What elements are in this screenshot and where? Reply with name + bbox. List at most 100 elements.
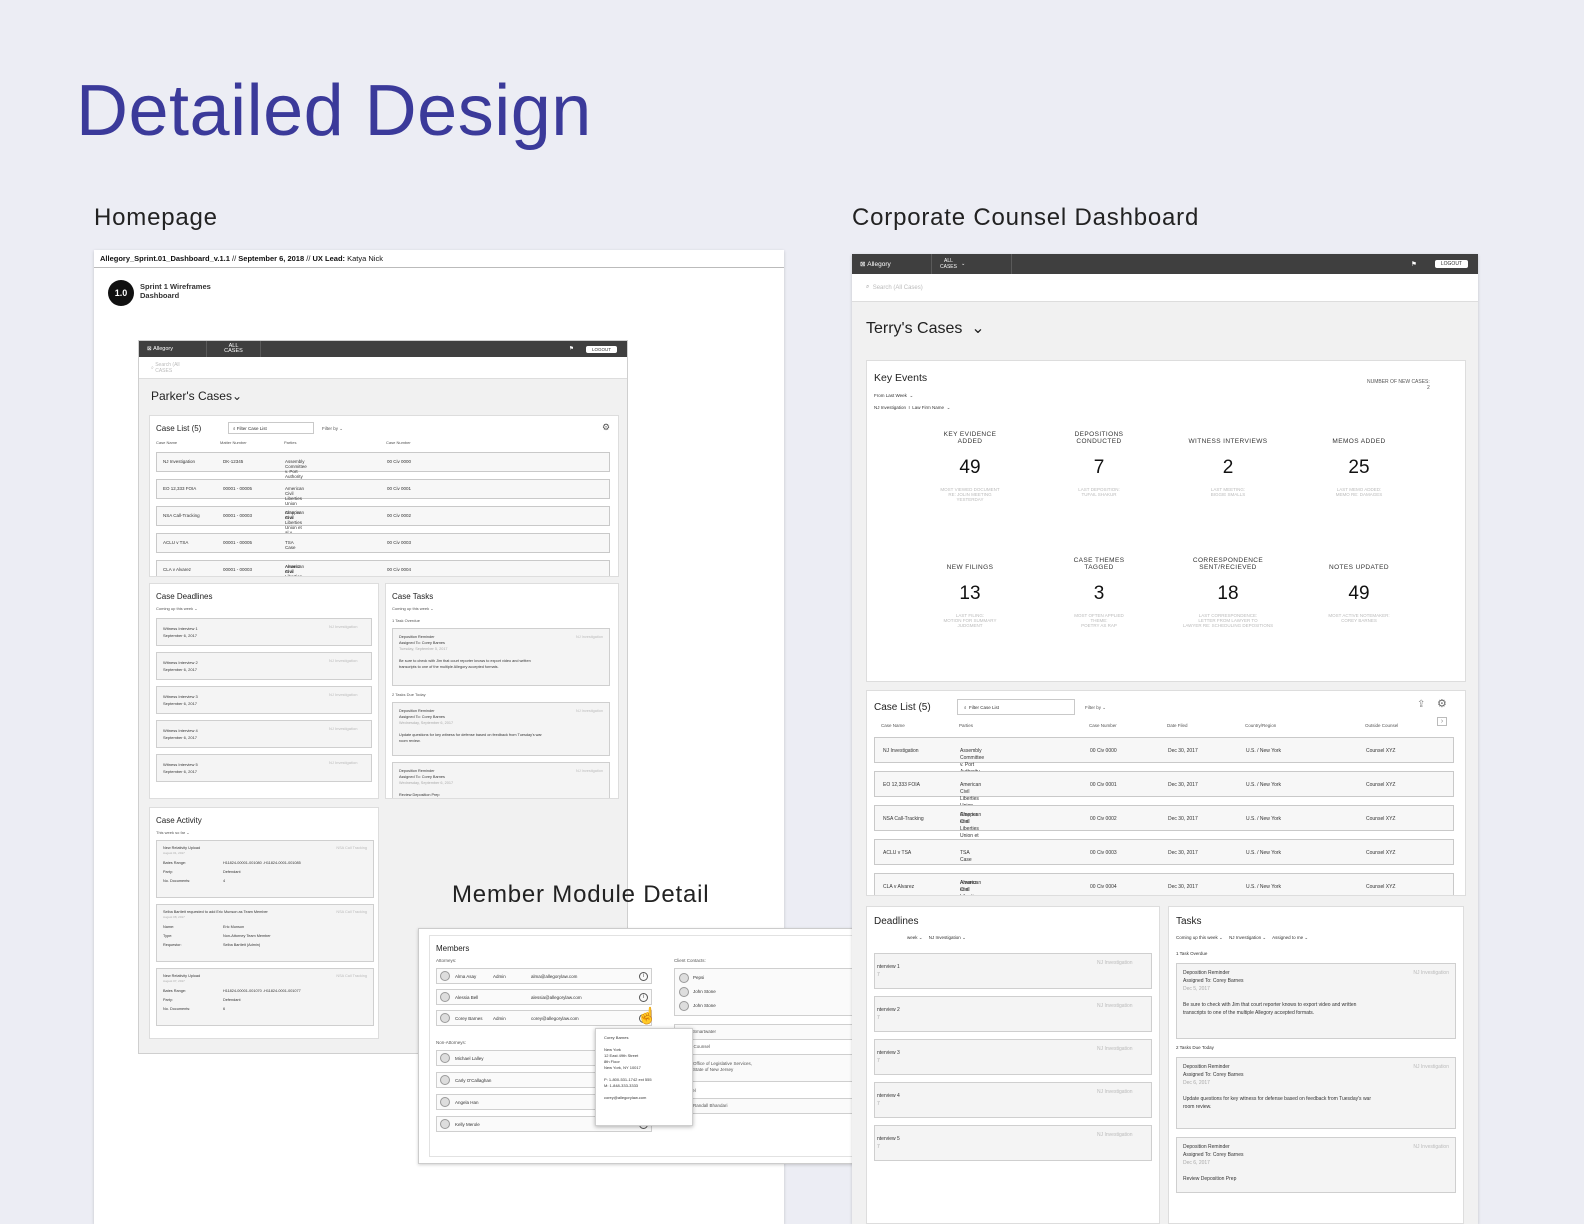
case-list-title: Case List (5) xyxy=(156,424,202,433)
deadline-item[interactable]: nterview 2 7 NJ Investigation xyxy=(874,996,1152,1032)
task-item[interactable]: Deposition Reminder Assigned To: Corey Ba… xyxy=(392,702,610,756)
deadline-case: NJ Investigation xyxy=(329,624,358,629)
deadline-item[interactable]: Witness Interview 4 September 6, 2017 NJ I… xyxy=(156,720,372,748)
tasks-filter[interactable]: Coming up this week ⌄ xyxy=(392,606,434,611)
task-item[interactable]: Deposition Reminder Assigned To: Corey Ba… xyxy=(1176,963,1456,1039)
filter-case-input[interactable]: ⌕ Filter Case List xyxy=(957,699,1075,715)
deadlines-title: Case Deadlines xyxy=(156,592,213,601)
contact-name: John Stone xyxy=(693,1003,716,1008)
export-icon[interactable]: ⇪ xyxy=(1417,699,1425,710)
activity-title: Selba Bartlett requested to add Eric Mun… xyxy=(163,910,268,914)
activity-key: Name: xyxy=(163,925,175,929)
activity-date: August 08, 2017 xyxy=(163,915,185,919)
deadline-item[interactable]: Witness Interview 3 September 6, 2017 NJ I… xyxy=(156,686,372,714)
expand-icon[interactable]: › xyxy=(1437,717,1447,726)
logout-button[interactable]: LOGOUT xyxy=(1434,260,1468,268)
attorney-row[interactable]: Corey Barnes Admin corey@allegorylaw.com i xyxy=(436,1010,652,1026)
deadline-item[interactable]: Witness Interview 5 September 6, 2017 NJ I… xyxy=(156,754,372,782)
outside-counsel: Counsel XYZ xyxy=(1366,782,1396,788)
app-logo-icon: ⊠ xyxy=(147,346,152,352)
gear-icon[interactable]: ⚙ xyxy=(1437,697,1447,710)
date-filed: Dec 30, 2017 xyxy=(1168,816,1198,822)
flag-icon[interactable]: ⚑ xyxy=(1411,260,1417,268)
table-row[interactable]: NJ Investigation DK-12345 Assembly Committ… xyxy=(156,452,610,479)
case-list-card: Case List (5) ⌕ Filter Case List Filter … xyxy=(149,415,619,577)
popup-line: Corey Barnes xyxy=(604,1035,629,1040)
table-row[interactable]: CLA v AlvarezAmerican Civil Liberties Un… xyxy=(874,873,1454,895)
activity-filter[interactable]: This week so far ⌄ xyxy=(156,830,190,835)
search-input[interactable]: ⌕ Search (All Cases) xyxy=(852,274,1478,302)
corp-deadlines-card: Deadlines week ⌄ NJ Investigation ⌄ nter… xyxy=(866,906,1160,1224)
avatar xyxy=(440,1053,450,1063)
table-row[interactable]: NSA Call-Tracking American Civil Libertie… xyxy=(874,805,1454,846)
column-header: Case Name xyxy=(156,440,178,445)
corporate-dashboard: ⊠ Allegory ALL CASES ⌄ ⚑ LOGOUT ⌕ Search … xyxy=(852,254,1478,1224)
member-module: Members ⊕ Attorneys: Alma AsayAdminalma@… xyxy=(418,928,906,1164)
case-number: 00 Civ 0004 xyxy=(1090,884,1117,890)
filter-case-input[interactable]: ⌕ Filter Case List xyxy=(228,422,314,434)
metric-tile[interactable]: CORRESPONDENCE SENT/RECIEVED 18 LAST CORRES… xyxy=(1173,557,1283,667)
filter-by-dropdown[interactable]: Filter by ⌄ xyxy=(322,426,343,432)
task-item[interactable]: Deposition Reminder Assigned To: Corey Ba… xyxy=(392,762,610,798)
homepage-label: Homepage xyxy=(94,204,218,231)
cases-heading[interactable]: Terry's Cases ⌄ xyxy=(866,318,985,338)
parties-line: American Civil Liberties Union xyxy=(285,486,305,506)
search-input[interactable]: ⌕ Search (All CASES xyxy=(139,357,627,379)
cases-heading[interactable]: Parker's Cases⌄ xyxy=(151,389,242,403)
activity-title: New Relativity Upload xyxy=(163,974,201,978)
task-line: Deposition Reminder xyxy=(399,709,435,713)
deadlines-filter[interactable]: Coming up this week ⌄ xyxy=(156,606,198,611)
filter-by-dropdown[interactable]: Filter by ⌄ xyxy=(1085,705,1106,711)
case-name: NJ Investigation xyxy=(883,748,919,754)
info-icon[interactable]: i xyxy=(639,993,648,1002)
attorney-row[interactable]: Alma Asay Admin alma@allegorylaw.com i xyxy=(436,968,652,984)
metric-tile[interactable]: NEW FILINGS 13 LAST FILING: MOTION FOR SUMM… xyxy=(915,557,1025,667)
task-body: Update questions for key witness for def… xyxy=(399,733,542,737)
deadline-item[interactable]: nterview 1 7 NJ Investigation xyxy=(874,953,1152,989)
gear-icon[interactable]: ⚙ xyxy=(602,422,610,433)
activity-item[interactable]: New Relativity Upload August 01, 2017 NSA … xyxy=(156,840,374,898)
activity-case: NSA Call Tracking xyxy=(336,846,367,850)
deadline-date: 7 xyxy=(877,972,880,978)
metric-tile[interactable]: DEPOSITIONS CONDUCTED 7 LAST DEPOSITION: TUF… xyxy=(1044,431,1154,541)
metric-sub: POETRY AS RAP xyxy=(1081,623,1117,628)
table-row[interactable]: ACLU v TSA 00001 - 00005 TSA Case 00 Civ 00… xyxy=(156,533,610,553)
metric-tile[interactable]: CASE THEMES TAGGED 3 MOST OFTEN APPLIED THEM… xyxy=(1044,557,1154,667)
table-row[interactable]: CLA v Alvarez 00001 - 00003 American Civil… xyxy=(156,560,610,576)
attorney-row[interactable]: Alessia Bell alessia@allegorylaw.com i xyxy=(436,989,652,1005)
deadline-date: 7 xyxy=(877,1101,880,1107)
deadline-item[interactable]: nterview 4 7 NJ Investigation xyxy=(874,1082,1152,1118)
metric-tile[interactable]: WITNESS INTERVIEWS 2 LAST MEETING: BIGGIE S… xyxy=(1173,431,1283,541)
logout-button[interactable]: LOGOUT xyxy=(585,345,617,353)
activity-item[interactable]: New Relativity Upload August 07, 2017 NSA … xyxy=(156,968,374,1026)
metric-tile[interactable]: MEMOS ADDED 25 LAST MEMO ADDED: MEMO RE: DA… xyxy=(1304,431,1414,541)
table-row[interactable]: EO 12,333 FOIA 00001 - 00005 American Civi… xyxy=(156,479,610,506)
deadline-item[interactable]: nterview 3 7 NJ Investigation xyxy=(874,1039,1152,1075)
task-item[interactable]: Deposition Reminder Assigned To: Corey Ba… xyxy=(1176,1137,1456,1193)
deadlines-filter[interactable]: week ⌄ NJ Investigation ⌄ xyxy=(907,935,966,941)
task-body: room review. xyxy=(1183,1104,1212,1110)
metric-tile[interactable]: NOTES UPDATED 49 MOST ACTIVE NOTEMAKER: COR… xyxy=(1304,557,1414,667)
table-row[interactable]: NJ Investigation Assembly Committee v. Po… xyxy=(874,737,1454,775)
all-cases-dropdown[interactable]: ALL CASES xyxy=(207,341,261,357)
task-line: Dec 6, 2017 xyxy=(1183,1160,1210,1166)
activity-item[interactable]: Selba Bartlett requested to add Eric Mun… xyxy=(156,904,374,962)
deadline-item[interactable]: nterview 5 7 NJ Investigation xyxy=(874,1125,1152,1161)
period-filter[interactable]: From Last Week ⌄ xyxy=(874,393,913,399)
popup-line: corey@allegorylaw.com xyxy=(604,1095,647,1100)
flag-icon[interactable]: ⚑ xyxy=(569,346,574,352)
table-row[interactable]: ACLU v TSA TSA Case 00 Civ 0003 Dec 30, 201… xyxy=(874,839,1454,865)
task-body: Update questions for key witness for def… xyxy=(1183,1096,1372,1102)
tasks-filter[interactable]: Coming up this week ⌄ NJ Investigation ⌄… xyxy=(1176,935,1308,941)
table-row[interactable]: EO 12,333 FOIAAmerican Civil Liberties U… xyxy=(874,771,1454,809)
deadline-item[interactable]: Witness Interview 1 September 6, 2017 NJ I… xyxy=(156,618,372,646)
info-icon[interactable]: i xyxy=(639,972,648,981)
metric-tile[interactable]: KEY EVIDENCE ADDED 49 MOST VIEWED DOCUMENT R… xyxy=(915,431,1025,541)
deadline-case: NJ Investigation xyxy=(1097,1046,1133,1052)
task-item[interactable]: Deposition Reminder Assigned To: Corey Ba… xyxy=(392,628,610,686)
deadline-item[interactable]: Witness Interview 2 September 6, 2017 NJ I… xyxy=(156,652,372,680)
scope-filter[interactable]: NJ Investigation I Law Firm Name ⌄ xyxy=(874,405,950,411)
all-cases-dropdown[interactable]: ALL CASES ⌄ xyxy=(932,254,1012,274)
task-item[interactable]: Deposition Reminder Assigned To: Corey Ba… xyxy=(1176,1057,1456,1129)
table-row[interactable]: NSA Call-Tracking 00001 - 00003 American C… xyxy=(156,506,610,535)
